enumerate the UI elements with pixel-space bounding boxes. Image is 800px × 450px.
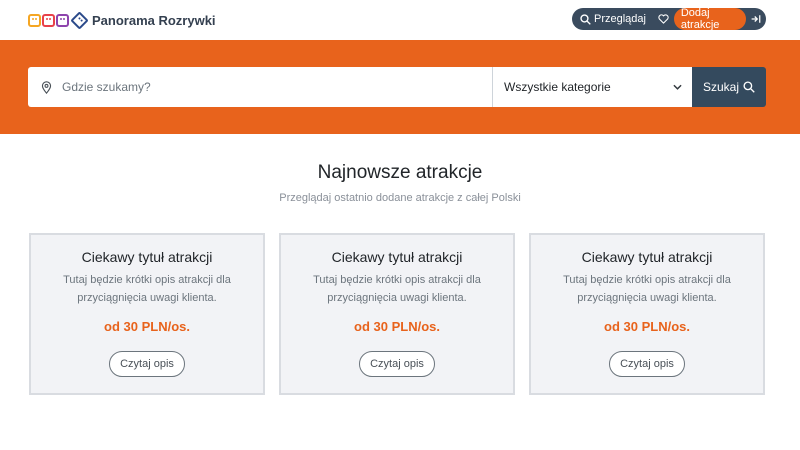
section-title: Najnowsze atrakcje: [317, 162, 483, 183]
logo-face-icon: [42, 13, 55, 27]
add-attraction-button[interactable]: Dodaj atrakcje: [673, 7, 747, 31]
attraction-card: Ciekawy tytuł atrakcji Tutaj będzie krót…: [29, 233, 265, 395]
search-button[interactable]: Szukaj: [692, 67, 766, 107]
attraction-card: Ciekawy tytuł atrakcji Tutaj będzie krót…: [279, 233, 515, 395]
brand-name: Panorama Rozrywki: [92, 12, 216, 28]
logo-face-icon: [28, 13, 41, 27]
category-select[interactable]: Wszystkie kategorie: [493, 67, 692, 107]
browse-link[interactable]: Przeglądaj: [572, 8, 654, 30]
card-title: Ciekawy tytuł atrakcji: [81, 249, 213, 265]
search-bar: Wszystkie kategorie Szukaj: [28, 67, 766, 107]
login-button[interactable]: [746, 8, 766, 30]
chevron-down-icon: [673, 84, 682, 90]
card-title: Ciekawy tytuł atrakcji: [581, 249, 713, 265]
section-subtitle: Przeglądaj ostatnio dodane atrakcje z ca…: [279, 192, 521, 204]
card-price: od 30 PLN/os.: [604, 319, 690, 334]
hero-banner: Wszystkie kategorie Szukaj: [0, 40, 800, 134]
attraction-card: Ciekawy tytuł atrakcji Tutaj będzie krót…: [529, 233, 765, 395]
logo-face-icon: [70, 10, 89, 30]
location-input[interactable]: [62, 80, 462, 94]
logo-face-icon: [56, 13, 69, 27]
map-pin-icon: [41, 80, 52, 94]
logo[interactable]: Panorama Rozrywki: [28, 9, 216, 31]
heart-icon: [658, 14, 670, 24]
card-description: Tutaj będzie krótki opis atrakcji dla pr…: [63, 274, 231, 304]
card-description: Tutaj będzie krótki opis atrakcji dla pr…: [313, 274, 481, 304]
browse-label: Przeglądaj: [594, 13, 646, 25]
site-header: Panorama Rozrywki Przeglądaj Dodaj atrak…: [0, 0, 800, 40]
card-price: od 30 PLN/os.: [354, 319, 440, 334]
search-icon: [580, 13, 591, 25]
read-more-button[interactable]: Czytaj opis: [359, 351, 435, 377]
card-price: od 30 PLN/os.: [104, 319, 190, 334]
sign-in-icon: [751, 15, 761, 23]
smiley-faces-logo-icon: [28, 10, 89, 30]
card-description: Tutaj będzie krótki opis atrakcji dla pr…: [563, 274, 731, 304]
category-selected-value: Wszystkie kategorie: [504, 80, 611, 94]
read-more-button[interactable]: Czytaj opis: [609, 351, 685, 377]
location-field-wrapper: [28, 67, 493, 107]
read-more-button[interactable]: Czytaj opis: [109, 351, 185, 377]
favorites-button[interactable]: [654, 8, 674, 30]
card-title: Ciekawy tytuł atrakcji: [331, 249, 463, 265]
search-button-label: Szukaj: [702, 80, 740, 94]
top-nav: Przeglądaj Dodaj atrakcje: [572, 7, 766, 31]
search-icon: [743, 81, 755, 93]
